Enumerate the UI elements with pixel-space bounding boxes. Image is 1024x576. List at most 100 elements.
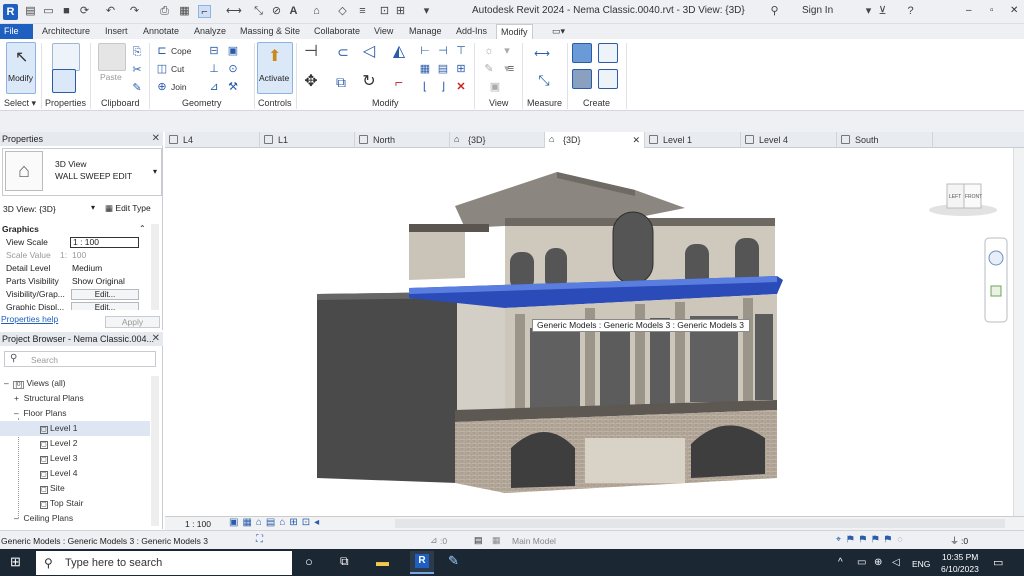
revit-taskbar-button[interactable]: R: [410, 551, 434, 574]
customize-qat-icon[interactable]: ▾: [420, 5, 433, 18]
tab-architecture[interactable]: Architecture: [38, 24, 94, 39]
split-element-icon[interactable]: ⊢: [418, 44, 432, 58]
view-tab-3d-a[interactable]: ⌂ {3D}: [450, 132, 545, 148]
help-icon[interactable]: ?: [904, 5, 917, 18]
windows-start-icon[interactable]: ⊞: [10, 555, 24, 569]
view-tab-l1[interactable]: L1: [260, 132, 355, 148]
view-tab-3d-active[interactable]: ⌂ {3D} ✕: [545, 132, 645, 148]
cut-geometry-icon[interactable]: ◫: [155, 62, 169, 76]
worksets-icon[interactable]: ⊿: [430, 535, 438, 546]
redo-icon[interactable]: ↷: [128, 5, 141, 18]
array-icon[interactable]: ▦: [418, 62, 432, 76]
split-face-icon[interactable]: ⊟: [207, 44, 221, 58]
design-options-icon[interactable]: ⛶: [256, 534, 263, 545]
create-assembly-icon[interactable]: [572, 43, 592, 63]
design-option-icon[interactable]: ▦: [492, 535, 501, 546]
save-icon[interactable]: ■: [60, 5, 73, 18]
properties-icon[interactable]: [52, 69, 76, 93]
tab-insert[interactable]: Insert: [101, 24, 132, 39]
volume-icon[interactable]: ◁: [892, 557, 900, 568]
dropdown-icon[interactable]: ▾: [862, 5, 875, 18]
view-tab-l4[interactable]: L4: [165, 132, 260, 148]
section-icon[interactable]: ◇: [336, 5, 349, 18]
viewcube-left-face[interactable]: LEFT: [949, 194, 961, 200]
app-taskbar-icon[interactable]: ✎: [448, 553, 459, 569]
paste-icon[interactable]: [98, 43, 126, 71]
file-explorer-icon[interactable]: ▬: [376, 554, 389, 569]
create-similar-icon[interactable]: [598, 69, 618, 89]
scale-icon[interactable]: ▤: [436, 62, 450, 76]
properties-scrollbar[interactable]: [151, 224, 159, 310]
tab-massing-site[interactable]: Massing & Site: [236, 24, 304, 39]
browser-search-input[interactable]: ⚲ Search: [4, 351, 156, 367]
viewport-scrollbar[interactable]: [1013, 148, 1024, 516]
close-icon[interactable]: ✕: [632, 132, 640, 148]
wall-joins-icon[interactable]: ⊥: [207, 62, 221, 76]
tab-manage[interactable]: Manage: [405, 24, 446, 39]
join-icon[interactable]: ⊕: [155, 80, 169, 94]
tab-add-ins[interactable]: Add-Ins: [452, 24, 491, 39]
paint-icon[interactable]: ▣: [226, 44, 240, 58]
taskbar-search-input[interactable]: ⚲ Type here to search: [36, 551, 292, 575]
thin-lines-icon[interactable]: ⌐: [198, 5, 211, 18]
3d-viewport[interactable]: LEFT FRONT: [165, 148, 1013, 516]
horizontal-scrollbar[interactable]: [395, 519, 1005, 528]
close-icon[interactable]: ✕: [152, 332, 160, 346]
cope-icon[interactable]: ⊏: [155, 44, 169, 58]
copy-icon[interactable]: ⎘: [130, 45, 144, 59]
override-graphics-icon[interactable]: ▾: [500, 44, 514, 58]
binoculars-icon[interactable]: ⚲: [768, 5, 781, 18]
trim-extend-icon[interactable]: ⌐: [392, 75, 406, 89]
tab-view[interactable]: View: [370, 24, 397, 39]
panel-select[interactable]: Select ▾: [4, 98, 36, 109]
tag-icon[interactable]: ⊘: [270, 5, 283, 18]
print-icon[interactable]: ⎙: [158, 5, 171, 18]
properties-help-link[interactable]: Properties help: [1, 314, 58, 324]
maximize-button[interactable]: ▫: [990, 5, 994, 16]
view-tab-north[interactable]: North: [355, 132, 450, 148]
editable-only-icon[interactable]: ▤: [474, 535, 483, 546]
graphics-section[interactable]: Graphics: [2, 224, 39, 234]
sign-in-link[interactable]: Sign In: [802, 5, 833, 16]
view-tab-south[interactable]: South: [837, 132, 933, 148]
create-parts-icon[interactable]: [598, 43, 618, 63]
tray-chevron-icon[interactable]: ^: [838, 557, 843, 568]
contextual-tab-icon[interactable]: ▭▾: [548, 24, 569, 39]
type-selector[interactable]: ⌂ 3D View WALL SWEEP EDIT ▾: [2, 148, 162, 196]
view-control-icons[interactable]: ▣▦⌂▤⌂⊞⊡◂: [229, 517, 323, 528]
language-indicator[interactable]: ENG: [912, 559, 930, 569]
clock-time[interactable]: 10:35 PM: [942, 552, 978, 562]
cortana-icon[interactable]: ○: [305, 554, 313, 569]
edit-type-button[interactable]: ▦ Edit Type: [105, 203, 151, 214]
globe-icon[interactable]: ⊕: [874, 557, 882, 568]
sync-icon[interactable]: ⟳: [78, 5, 91, 18]
cut-icon[interactable]: ✂: [130, 63, 144, 77]
undo-icon[interactable]: ↶: [104, 5, 117, 18]
default-3d-view-icon[interactable]: ⌂: [310, 5, 323, 18]
match-properties-icon[interactable]: ✎: [130, 81, 144, 95]
view-scale-field[interactable]: 1 : 100: [70, 237, 139, 248]
measure-between-icon[interactable]: ⟷: [530, 47, 554, 61]
collapse-icon[interactable]: ⌃: [139, 224, 146, 233]
tab-modify[interactable]: Modify: [496, 24, 533, 39]
minimize-button[interactable]: –: [966, 5, 972, 16]
apply-button[interactable]: Apply: [105, 316, 160, 328]
notifications-icon[interactable]: ▭: [993, 556, 1003, 569]
unpin-icon[interactable]: ⊞: [454, 62, 468, 76]
open-folder-icon[interactable]: ▤: [24, 5, 37, 18]
create-group-icon[interactable]: [572, 69, 592, 89]
copy-element-icon[interactable]: ⧉: [334, 75, 348, 89]
tree-item-structural-plans[interactable]: + Structural Plans: [14, 391, 84, 406]
modify-tool-button[interactable]: ↖ Modify: [6, 42, 36, 94]
hide-bulb-icon[interactable]: ☼: [482, 44, 496, 58]
navigation-bar[interactable]: [984, 237, 1008, 323]
demolish-icon[interactable]: ⊙: [226, 62, 240, 76]
display-icon[interactable]: ▣: [488, 80, 502, 94]
open-icon[interactable]: ▭: [42, 5, 55, 18]
close-button[interactable]: ✕: [1010, 5, 1018, 16]
type-properties-icon[interactable]: [52, 43, 80, 71]
building-model[interactable]: LEFT FRONT: [165, 148, 1013, 516]
graphic-display-edit-button[interactable]: Edit...: [71, 302, 139, 310]
view-tab-level-4[interactable]: Level 4: [741, 132, 837, 148]
mirror-pick-axis-icon[interactable]: ◁: [362, 44, 376, 60]
